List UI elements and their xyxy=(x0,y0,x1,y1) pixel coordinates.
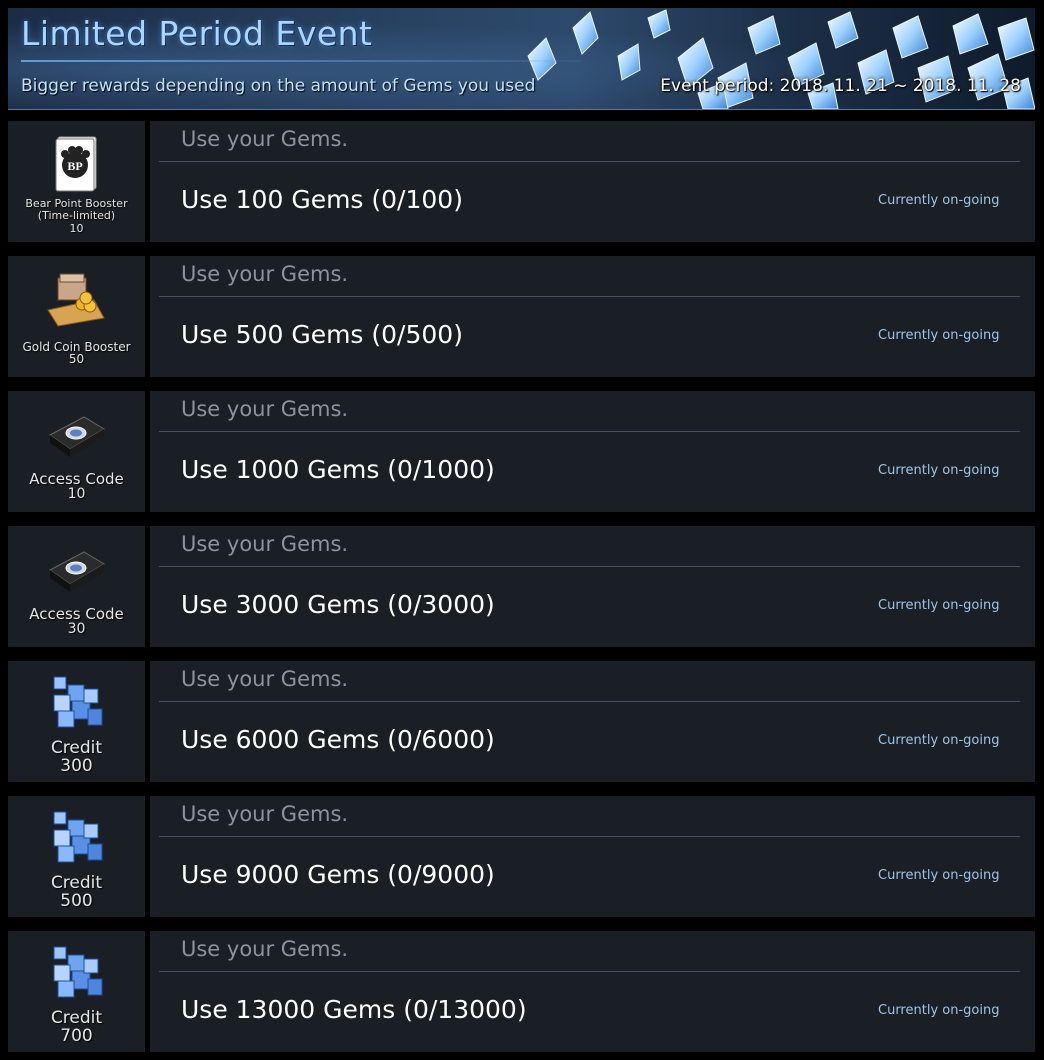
mission-panel: Use your Gems. Use 100 Gems (0/100) Curr… xyxy=(150,121,1035,242)
mission-goal: Use 100 Gems (0/100) xyxy=(181,185,463,214)
mission-header: Use your Gems. xyxy=(181,532,349,556)
mission-goal: Use 13000 Gems (0/13000) xyxy=(181,995,527,1024)
mission-status: Currently on-going xyxy=(878,1003,1000,1018)
reward-name: Credit xyxy=(50,738,103,758)
mission-goal: Use 6000 Gems (0/6000) xyxy=(181,725,495,754)
reward-quantity: 50 xyxy=(68,352,85,366)
reward-quantity: 10 xyxy=(67,486,86,502)
mission-panel: Use your Gems. Use 9000 Gems (0/9000) Cu… xyxy=(150,796,1035,917)
access-code-icon xyxy=(49,551,105,592)
mission-status: Currently on-going xyxy=(878,328,1000,343)
reward-quantity: 300 xyxy=(60,756,93,776)
divider xyxy=(159,971,1020,972)
reward-cell: Access Code 30 xyxy=(8,526,145,647)
mission-goal: Use 1000 Gems (0/1000) xyxy=(181,455,495,484)
reward-cell: Credit 300 xyxy=(8,661,145,782)
banner-subtitle: Bigger rewards depending on the amount o… xyxy=(21,76,536,96)
reward-quantity: 700 xyxy=(60,1026,93,1046)
divider xyxy=(159,296,1020,297)
mission-status: Currently on-going xyxy=(878,598,1000,613)
reward-quantity: 30 xyxy=(67,621,86,637)
mission-goal: Use 9000 Gems (0/9000) xyxy=(181,860,495,889)
divider xyxy=(159,566,1020,567)
mission-header: Use your Gems. xyxy=(181,127,349,151)
mission-panel: Use your Gems. Use 6000 Gems (0/6000) Cu… xyxy=(150,661,1035,782)
page-title: Limited Period Event xyxy=(21,14,373,53)
mission-panel: Use your Gems. Use 13000 Gems (0/13000) … xyxy=(150,931,1035,1052)
reward-cell: Gold Coin Booster 50 xyxy=(8,256,145,377)
mission-row: Credit 500 Use your Gems. Use 9000 Gems … xyxy=(8,796,1035,917)
event-period: Event period: 2018. 11. 21 ~ 2018. 11. 2… xyxy=(660,76,1021,96)
mission-row: Credit 700 Use your Gems. Use 13000 Gems… xyxy=(8,931,1035,1052)
reward-cell: Access Code 10 xyxy=(8,391,145,512)
reward-quantity: 500 xyxy=(60,891,93,911)
mission-panel: Use your Gems. Use 500 Gems (0/500) Curr… xyxy=(150,256,1035,377)
bear-point-booster-icon: BP xyxy=(55,136,97,192)
divider xyxy=(159,161,1020,162)
mission-header: Use your Gems. xyxy=(181,802,349,826)
credit-icon xyxy=(53,946,103,998)
mission-row: Access Code 10 Use your Gems. Use 1000 G… xyxy=(8,391,1035,512)
title-rule xyxy=(21,60,581,62)
divider xyxy=(159,701,1020,702)
mission-status: Currently on-going xyxy=(878,463,1000,478)
reward-name: Credit xyxy=(50,1008,103,1028)
mission-header: Use your Gems. xyxy=(181,262,349,286)
mission-status: Currently on-going xyxy=(878,733,1000,748)
mission-header: Use your Gems. xyxy=(181,397,349,421)
mission-status: Currently on-going xyxy=(878,193,1000,208)
reward-cell: Credit 700 xyxy=(8,931,145,1052)
access-code-icon xyxy=(49,416,105,457)
reward-name: Credit xyxy=(50,873,103,893)
mission-header: Use your Gems. xyxy=(181,937,349,961)
mission-row: Access Code 30 Use your Gems. Use 3000 G… xyxy=(8,526,1035,647)
reward-cell: BP Bear Point Booster (Time-limited) 10 xyxy=(8,121,145,242)
bp-icon-label: BP xyxy=(67,159,82,173)
reward-quantity: 10 xyxy=(69,222,84,235)
mission-goal: Use 500 Gems (0/500) xyxy=(181,320,463,349)
credit-icon xyxy=(53,676,103,728)
mission-header: Use your Gems. xyxy=(181,667,349,691)
event-banner: Limited Period Event Bigger rewards depe… xyxy=(8,8,1035,110)
divider xyxy=(159,431,1020,432)
mission-row: BP Bear Point Booster (Time-limited) 10 … xyxy=(8,121,1035,242)
mission-row: Credit 300 Use your Gems. Use 6000 Gems … xyxy=(8,661,1035,782)
mission-status: Currently on-going xyxy=(878,868,1000,883)
mission-panel: Use your Gems. Use 3000 Gems (0/3000) Cu… xyxy=(150,526,1035,647)
divider xyxy=(159,836,1020,837)
credit-icon xyxy=(53,811,103,863)
mission-panel: Use your Gems. Use 1000 Gems (0/1000) Cu… xyxy=(150,391,1035,512)
reward-name: Bear Point Booster (Time-limited) xyxy=(25,197,128,222)
mission-row: Gold Coin Booster 50 Use your Gems. Use … xyxy=(8,256,1035,377)
reward-cell: Credit 500 xyxy=(8,796,145,917)
mission-goal: Use 3000 Gems (0/3000) xyxy=(181,590,495,619)
gold-coin-booster-icon xyxy=(47,273,105,327)
